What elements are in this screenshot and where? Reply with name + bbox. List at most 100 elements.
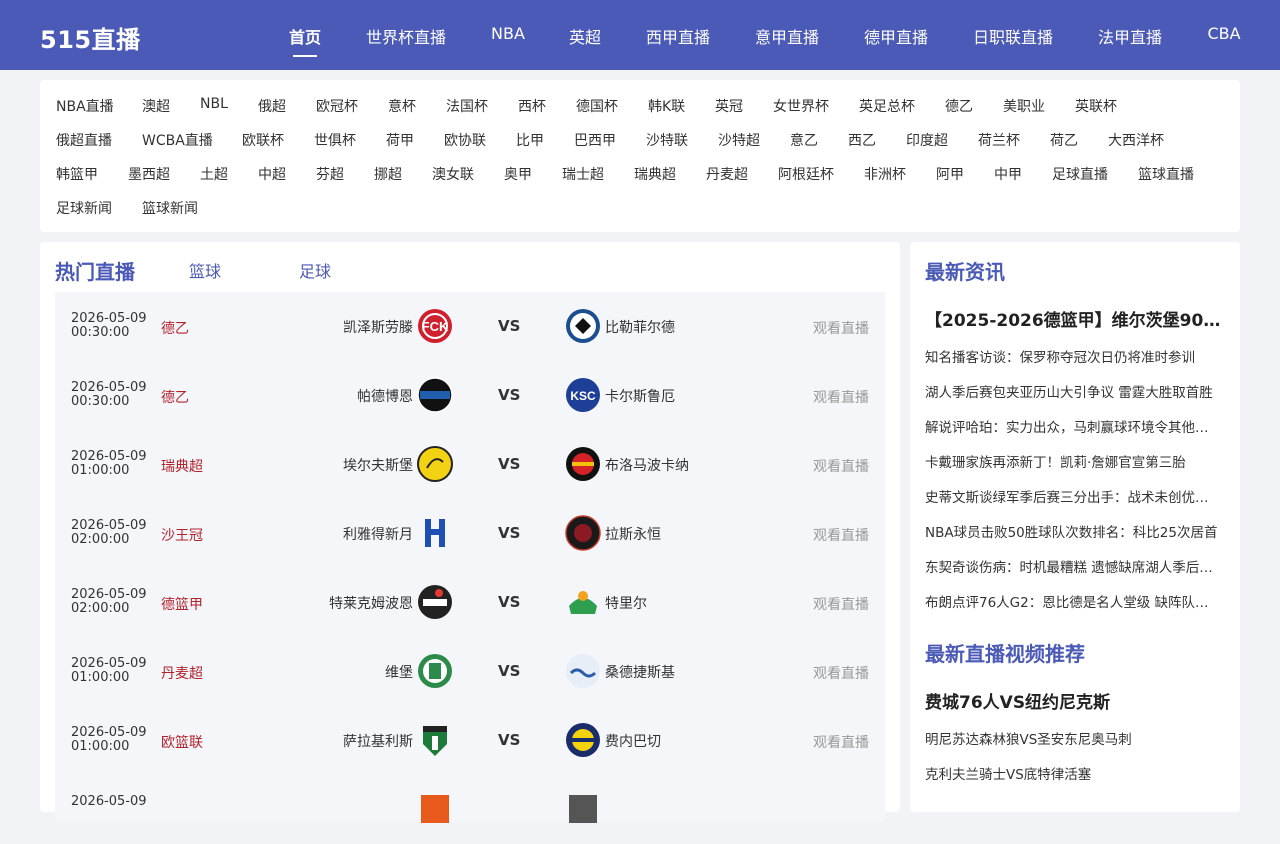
watch-live-link[interactable]: 观看直播: [813, 318, 869, 338]
category-link[interactable]: 大西洋杯: [1108, 130, 1164, 150]
category-link[interactable]: 中甲: [994, 164, 1022, 184]
category-link[interactable]: 瑞典超: [634, 164, 676, 184]
match-row[interactable]: 2026-05-09 02:00:00 沙王冠 利雅得新月 VS 拉斯永恒 观看直…: [55, 499, 885, 568]
category-link[interactable]: 阿根廷杯: [778, 164, 834, 184]
category-link[interactable]: 印度超: [906, 130, 948, 150]
category-link[interactable]: 荷甲: [386, 130, 414, 150]
nav-nba[interactable]: NBA: [491, 24, 525, 43]
nav-cba[interactable]: CBA: [1207, 24, 1240, 43]
news-item[interactable]: 解说评哈珀：实力出众，马刺赢球环境令其他…: [925, 416, 1225, 436]
news-item[interactable]: 知名播客访谈：保罗称夺冠次日仍将准时参训: [925, 346, 1225, 366]
nav-bundesliga[interactable]: 德甲直播: [864, 24, 928, 48]
news-item[interactable]: 东契奇谈伤病：时机最糟糕 遗憾缺席湖人季后…: [925, 556, 1225, 576]
match-league[interactable]: 瑞典超: [161, 456, 203, 476]
category-link[interactable]: 篮球直播: [1138, 164, 1194, 184]
category-link[interactable]: 篮球新闻: [142, 198, 198, 218]
watch-live-link[interactable]: 观看直播: [813, 525, 869, 545]
category-link[interactable]: 英联杯: [1075, 96, 1117, 116]
tab-basketball[interactable]: 篮球: [189, 258, 221, 282]
match-league[interactable]: 德乙: [161, 387, 189, 407]
category-link[interactable]: 欧联杯: [242, 130, 284, 150]
match-row[interactable]: 2026-05-09 02:00:00 德篮甲 特莱克姆波恩 VS 特里尔 观看直…: [55, 568, 885, 637]
watch-live-link[interactable]: 观看直播: [813, 594, 869, 614]
match-row[interactable]: 2026-05-09 00:30:00 德乙 帕德博恩 VS KSC 卡尔斯鲁厄 …: [55, 361, 885, 430]
match-row[interactable]: 2026-05-09 01:00:00 丹麦超 维堡 VS 桑德捷斯基 观看直播: [55, 637, 885, 706]
news-item[interactable]: 卡戴珊家族再添新丁！凯莉·詹娜官宣第三胎: [925, 451, 1225, 471]
category-link[interactable]: 非洲杯: [864, 164, 906, 184]
category-link[interactable]: 墨西超: [128, 164, 170, 184]
category-link[interactable]: 足球直播: [1052, 164, 1108, 184]
tab-football[interactable]: 足球: [299, 258, 331, 282]
watch-live-link[interactable]: 观看直播: [813, 387, 869, 407]
news-item[interactable]: 布朗点评76人G2：恩比德是名人堂级 缺阵队…: [925, 591, 1225, 611]
category-link[interactable]: 巴西甲: [574, 130, 616, 150]
match-league[interactable]: 丹麦超: [161, 663, 203, 683]
sidebar: 最新资讯 【2025-2026德篮甲】维尔茨堡90-… 知名播客访谈：保罗称夺冠…: [910, 242, 1240, 812]
category-link[interactable]: 荷兰杯: [978, 130, 1020, 150]
category-link[interactable]: 英足总杯: [859, 96, 915, 116]
nav-worldcup[interactable]: 世界杯直播: [366, 24, 446, 48]
home-team: 维堡: [385, 665, 413, 681]
category-link[interactable]: 美职业: [1003, 96, 1045, 116]
category-link[interactable]: 奥甲: [504, 164, 532, 184]
match-league[interactable]: 德乙: [161, 318, 189, 338]
nav-jleague[interactable]: 日职联直播: [973, 24, 1053, 48]
match-league[interactable]: 沙王冠: [161, 525, 203, 545]
category-link[interactable]: 丹麦超: [706, 164, 748, 184]
news-headline[interactable]: 【2025-2026德篮甲】维尔茨堡90-…: [925, 306, 1225, 331]
category-link[interactable]: 意杯: [388, 96, 416, 116]
category-link[interactable]: 英冠: [715, 96, 743, 116]
category-link[interactable]: 法国杯: [446, 96, 488, 116]
watch-live-link[interactable]: 观看直播: [813, 732, 869, 752]
news-item[interactable]: 湖人季后赛包夹亚历山大引争议 雷霆大胜取首胜: [925, 381, 1225, 401]
category-link[interactable]: 澳超: [142, 96, 170, 116]
news-item[interactable]: 史蒂文斯谈绿军季后赛三分出手：战术未创优…: [925, 486, 1225, 506]
video-headline[interactable]: 费城76人VS纽约尼克斯: [925, 688, 1225, 713]
match-league[interactable]: 德篮甲: [161, 594, 203, 614]
nav-seriea[interactable]: 意甲直播: [755, 24, 819, 48]
category-link[interactable]: 比甲: [516, 130, 544, 150]
category-link[interactable]: 中超: [258, 164, 286, 184]
category-link[interactable]: 欧协联: [444, 130, 486, 150]
category-link[interactable]: 芬超: [316, 164, 344, 184]
category-link[interactable]: 西杯: [518, 96, 546, 116]
category-link[interactable]: 澳女联: [432, 164, 474, 184]
match-row[interactable]: 2026-05-09 00:30:00 德乙 凯泽斯劳滕 FCK VS 比勒菲尔德…: [55, 292, 885, 361]
category-link[interactable]: 德国杯: [576, 96, 618, 116]
nav-laliga[interactable]: 西甲直播: [646, 24, 710, 48]
category-link[interactable]: 德乙: [945, 96, 973, 116]
video-item[interactable]: 明尼苏达森林狼VS圣安东尼奥马刺: [925, 728, 1225, 748]
category-link[interactable]: 女世界杯: [773, 96, 829, 116]
news-item[interactable]: NBA球员击败50胜球队次数排名：科比25次居首: [925, 521, 1225, 541]
category-link[interactable]: 世俱杯: [314, 130, 356, 150]
nav-epl[interactable]: 英超: [569, 24, 601, 48]
category-link[interactable]: 意乙: [790, 130, 818, 150]
category-link[interactable]: 韩篮甲: [56, 164, 98, 184]
category-link[interactable]: 挪超: [374, 164, 402, 184]
match-date: 2026-05-09: [71, 380, 147, 395]
match-row[interactable]: 2026-05-09 01:00:00 欧篮联 萨拉基利斯 VS 费内巴切 观看直…: [55, 706, 885, 775]
match-row[interactable]: 2026-05-09: [55, 775, 885, 844]
nav-ligue1[interactable]: 法甲直播: [1098, 24, 1162, 48]
nav-home[interactable]: 首页: [289, 24, 321, 48]
match-league[interactable]: 欧篮联: [161, 732, 203, 752]
category-link[interactable]: 韩K联: [648, 96, 685, 116]
category-link[interactable]: 阿甲: [936, 164, 964, 184]
category-link[interactable]: NBL: [200, 96, 228, 112]
category-link[interactable]: 荷乙: [1050, 130, 1078, 150]
category-link[interactable]: 欧冠杯: [316, 96, 358, 116]
video-item[interactable]: 克利夫兰骑士VS底特律活塞: [925, 763, 1225, 783]
category-link[interactable]: 沙特超: [718, 130, 760, 150]
category-link[interactable]: 西乙: [848, 130, 876, 150]
category-link[interactable]: 足球新闻: [56, 198, 112, 218]
category-link[interactable]: 沙特联: [646, 130, 688, 150]
watch-live-link[interactable]: 观看直播: [813, 456, 869, 476]
category-link[interactable]: 俄超直播: [56, 130, 112, 150]
category-link[interactable]: WCBA直播: [142, 130, 213, 150]
category-link[interactable]: 瑞士超: [562, 164, 604, 184]
match-row[interactable]: 2026-05-09 01:00:00 瑞典超 埃尔夫斯堡 VS 布洛马波卡纳 观…: [55, 430, 885, 499]
watch-live-link[interactable]: 观看直播: [813, 663, 869, 683]
category-link[interactable]: 俄超: [258, 96, 286, 116]
category-link[interactable]: 土超: [200, 164, 228, 184]
category-link[interactable]: NBA直播: [56, 96, 114, 116]
